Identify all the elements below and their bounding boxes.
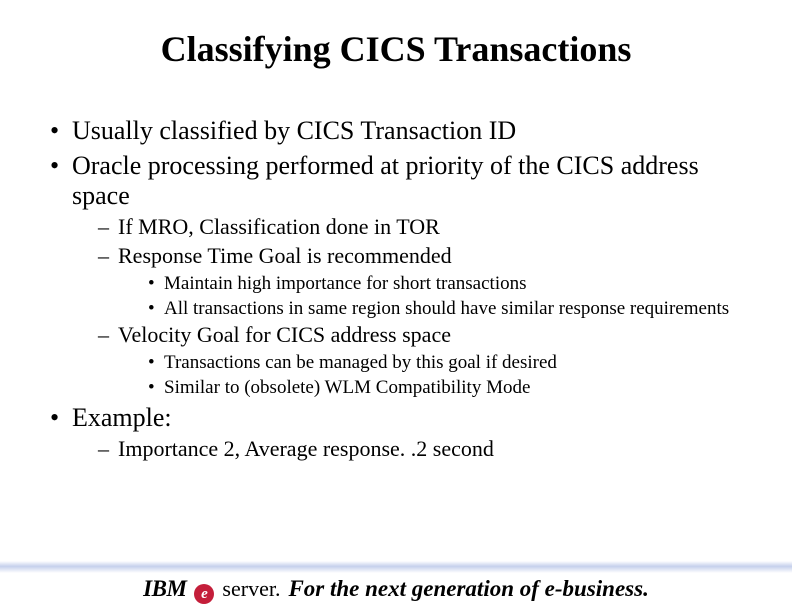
subsub-bullet-item: Similar to (obsolete) WLM Compatibility … — [148, 376, 752, 399]
bullet-text: Similar to (obsolete) WLM Compatibility … — [164, 377, 530, 398]
footer: IBM e server. For the next generation of… — [0, 561, 792, 602]
subsub-bullet-list: Maintain high importance for short trans… — [148, 272, 752, 320]
sub-bullet-list: Importance 2, Average response. .2 secon… — [98, 436, 752, 463]
bullet-text: If MRO, Classification done in TOR — [118, 214, 440, 239]
sub-bullet-item: If MRO, Classification done in TOR — [98, 214, 752, 241]
bullet-text: Velocity Goal for CICS address space — [118, 322, 451, 347]
bullet-item: Oracle processing performed at priority … — [50, 151, 752, 400]
e-business-icon: e — [194, 584, 214, 604]
tagline-text: For the next generation of e-business. — [288, 576, 648, 602]
bullet-text: Oracle processing performed at priority … — [72, 151, 699, 211]
bullet-text: All transactions in same region should h… — [164, 298, 729, 319]
subsub-bullet-list: Transactions can be managed by this goal… — [148, 351, 752, 399]
sub-bullet-item: Velocity Goal for CICS address space Tra… — [98, 322, 752, 399]
subsub-bullet-item: All transactions in same region should h… — [148, 297, 752, 320]
slide: Classifying CICS Transactions Usually cl… — [0, 0, 792, 612]
subsub-bullet-item: Maintain high importance for short trans… — [148, 272, 752, 295]
sub-bullet-item: Response Time Goal is recommended Mainta… — [98, 243, 752, 320]
server-text: server. — [222, 576, 280, 602]
bullet-text: Usually classified by CICS Transaction I… — [72, 116, 516, 145]
bullet-list: Usually classified by CICS Transaction I… — [50, 116, 752, 463]
footer-tagline: IBM e server. For the next generation of… — [0, 576, 792, 602]
bullet-text: Example: — [72, 403, 172, 432]
bullet-text: Maintain high importance for short trans… — [164, 273, 527, 294]
footer-divider — [0, 561, 792, 573]
bullet-item: Example: Importance 2, Average response.… — [50, 403, 752, 463]
bullet-text: Response Time Goal is recommended — [118, 243, 452, 268]
bullet-item: Usually classified by CICS Transaction I… — [50, 116, 752, 147]
ibm-logo-text: IBM — [143, 576, 186, 602]
bullet-text: Importance 2, Average response. .2 secon… — [118, 436, 494, 461]
sub-bullet-list: If MRO, Classification done in TOR Respo… — [98, 214, 752, 399]
subsub-bullet-item: Transactions can be managed by this goal… — [148, 351, 752, 374]
sub-bullet-item: Importance 2, Average response. .2 secon… — [98, 436, 752, 463]
slide-title: Classifying CICS Transactions — [40, 28, 752, 70]
bullet-text: Transactions can be managed by this goal… — [164, 352, 557, 373]
